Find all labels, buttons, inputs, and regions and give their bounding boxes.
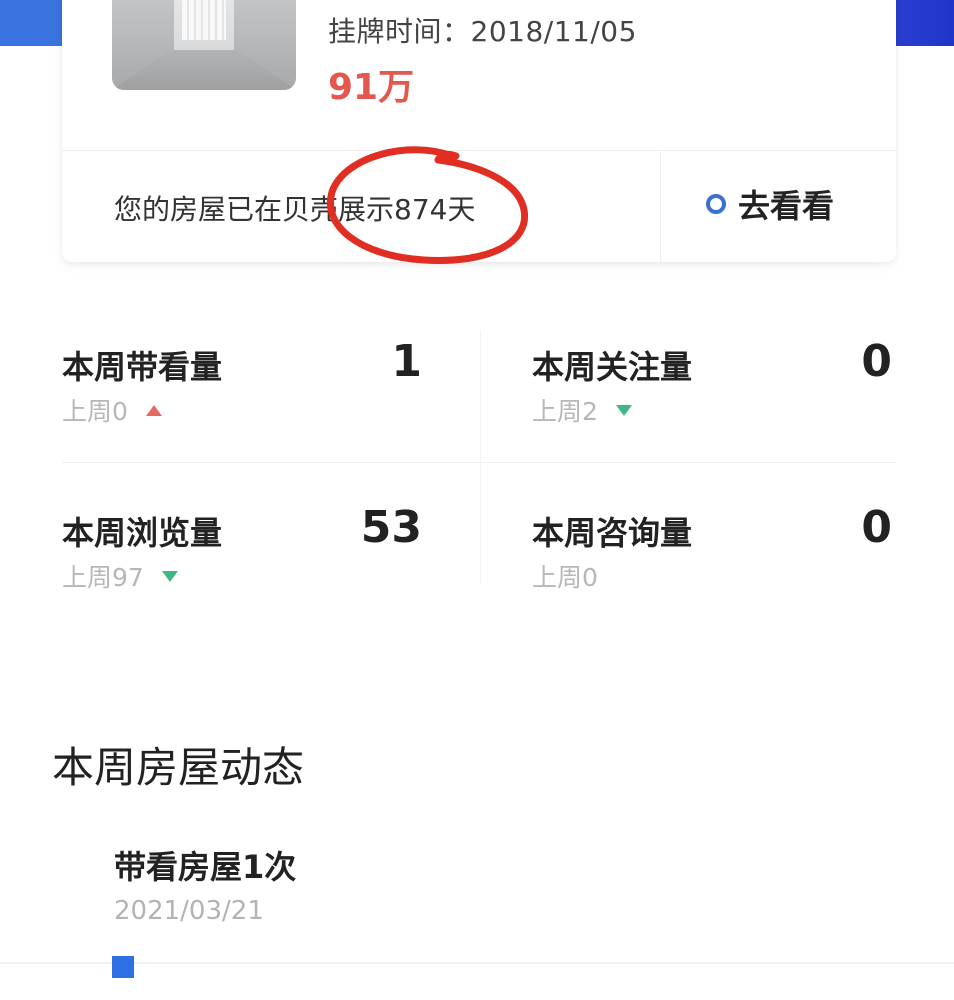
trend-down-icon: [161, 570, 178, 582]
stat-previous: 上周0: [62, 392, 162, 428]
house-thumbnail[interactable]: [112, 0, 296, 90]
go-see-label: 去看看: [738, 187, 835, 225]
ring-dot-icon: [706, 194, 726, 214]
stat-title: 本周关注量: [532, 348, 693, 386]
header-background-left: [0, 0, 62, 46]
stat-title: 本周带看量: [62, 348, 223, 386]
weekly-stats-grid: 本周带看量 上周0 1 本周关注量 上周2 0 本周浏览量 上周97 53 本周…: [62, 330, 896, 592]
stat-follows[interactable]: 本周关注量 上周2 0: [532, 330, 892, 430]
stat-previous: 上周2: [532, 392, 632, 428]
stat-showings[interactable]: 本周带看量 上周0 1: [62, 330, 422, 430]
stat-title: 本周浏览量: [62, 514, 223, 552]
listing-price: 91万: [328, 67, 415, 108]
trend-up-icon: [145, 404, 162, 416]
stat-title: 本周咨询量: [532, 514, 693, 552]
stat-value: 53: [360, 502, 422, 553]
listing-date: 挂牌时间：2018/11/05: [328, 15, 637, 48]
stat-views[interactable]: 本周浏览量 上周97 53: [62, 496, 422, 596]
stat-value: 1: [391, 336, 422, 387]
stats-horizontal-divider: [62, 462, 896, 463]
red-circle-annotation: [327, 146, 529, 264]
header-background-right: [894, 0, 954, 46]
stat-inquiries[interactable]: 本周咨询量 上周0 0: [532, 496, 892, 596]
stat-value: 0: [861, 336, 892, 387]
trend-down-icon: [615, 404, 632, 416]
stat-value: 0: [861, 502, 892, 553]
go-see-button[interactable]: 去看看: [706, 184, 835, 225]
timeline-square-icon: [112, 956, 134, 978]
weekly-activity-title: 本周房屋动态: [52, 743, 305, 792]
card-vertical-divider: [660, 150, 661, 262]
stat-previous: 上周0: [532, 563, 598, 592]
activity-event-title: 带看房屋1次: [114, 848, 297, 886]
stats-vertical-divider: [480, 330, 481, 584]
activity-event-date: 2021/03/21: [114, 896, 264, 926]
stat-previous: 上周97: [62, 558, 178, 594]
timeline-divider: [0, 962, 954, 964]
